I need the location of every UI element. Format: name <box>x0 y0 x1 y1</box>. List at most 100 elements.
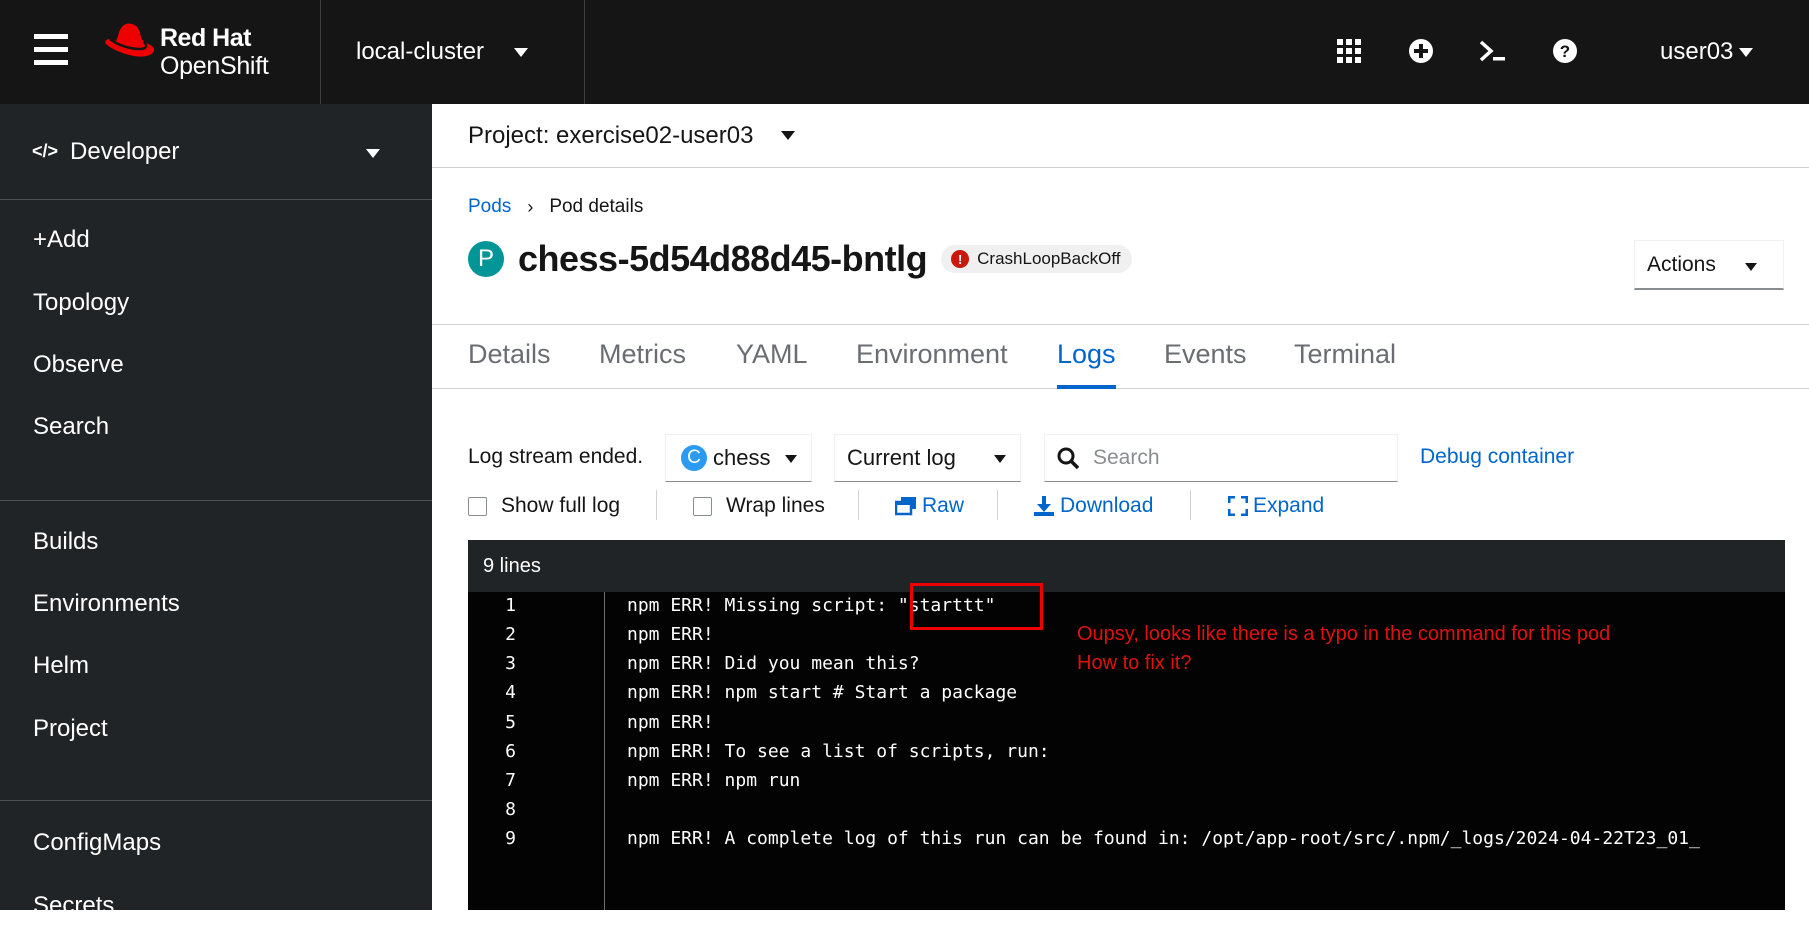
pod-resource-badge: P <box>468 241 504 277</box>
project-selector[interactable]: Project: exercise02-user03 <box>432 104 1809 168</box>
tab-metrics[interactable]: Metrics <box>599 339 686 389</box>
toolbar-divider <box>997 490 998 520</box>
container-badge: C <box>681 445 707 471</box>
caret-down-icon <box>781 131 796 140</box>
perspective-switcher[interactable]: </> Developer <box>0 104 432 200</box>
caret-down-icon <box>785 455 797 463</box>
wrap-lines-label: Wrap lines <box>726 494 825 517</box>
line-number: 3 <box>505 653 516 674</box>
log-line-count: 9 lines <box>468 540 1785 592</box>
project-label: Project: exercise02-user03 <box>468 121 754 149</box>
log-line: 4 npm ERR! npm start # Start a package <box>468 682 1785 711</box>
line-text: npm ERR! npm run <box>627 770 801 791</box>
sidebar-item-builds[interactable]: Builds <box>0 512 432 572</box>
log-search <box>1044 434 1398 482</box>
cluster-selector[interactable]: local-cluster <box>356 38 529 66</box>
debug-container-link[interactable]: Debug container <box>1420 445 1574 469</box>
sidebar-item-helm[interactable]: Helm <box>0 636 432 696</box>
hamburger-menu-icon[interactable] <box>34 34 68 66</box>
page-title: P chess-5d54d88d45-bntlg ! CrashLoopBack… <box>468 238 1133 280</box>
line-number: 2 <box>505 624 516 645</box>
breadcrumb-current: Pod details <box>549 196 644 217</box>
caret-down-icon <box>1739 47 1754 57</box>
checkbox-box[interactable] <box>693 496 712 516</box>
sidebar-item-topology[interactable]: Topology <box>0 273 432 333</box>
show-full-log-checkbox[interactable]: Show full log <box>468 494 620 518</box>
sidebar: </> Developer +Add Topology Observe Sear… <box>0 104 432 919</box>
breadcrumb-pods-link[interactable]: Pods <box>468 196 511 218</box>
apps-grid-icon[interactable] <box>1334 36 1364 66</box>
container-select[interactable]: C chess <box>665 434 812 482</box>
toolbar-divider <box>656 490 657 520</box>
line-number: 5 <box>505 712 516 733</box>
line-text: npm ERR! To see a list of scripts, run: <box>627 741 1050 762</box>
user-name: user03 <box>1660 38 1734 65</box>
terminal-icon[interactable] <box>1478 36 1508 66</box>
pod-name: chess-5d54d88d45-bntlg <box>518 238 928 279</box>
help-icon[interactable]: ? <box>1550 36 1580 66</box>
search-input[interactable] <box>1093 446 1373 470</box>
masthead-divider <box>320 0 321 104</box>
log-line: 7 npm ERR! npm run <box>468 770 1785 799</box>
chevron-down-icon <box>514 47 529 57</box>
sidebar-item-secrets[interactable]: Secrets <box>0 876 432 936</box>
sidebar-item-environments[interactable]: Environments <box>0 574 432 634</box>
actions-dropdown[interactable]: Actions <box>1634 240 1784 290</box>
redhat-hat-icon <box>105 23 154 57</box>
tab-details[interactable]: Details <box>468 339 551 389</box>
user-menu[interactable]: user03 <box>1660 38 1754 66</box>
tab-environment[interactable]: Environment <box>856 339 1008 389</box>
tab-logs[interactable]: Logs <box>1057 339 1116 389</box>
redhat-openshift-logo[interactable]: Red Hat OpenShift <box>104 18 294 88</box>
tab-terminal[interactable]: Terminal <box>1294 339 1396 389</box>
code-icon: </> <box>32 141 59 161</box>
line-text: npm ERR! npm start # Start a package <box>627 682 1018 703</box>
line-number: 4 <box>505 682 516 703</box>
wrap-lines-checkbox[interactable]: Wrap lines <box>693 494 825 518</box>
log-window[interactable]: 9 lines 1 npm ERR! Missing script: "start… <box>468 540 1785 910</box>
log-type-select[interactable]: Current log <box>834 434 1021 482</box>
status-text: CrashLoopBackOff <box>977 249 1121 268</box>
perspective-label: Developer <box>70 137 180 165</box>
logo-text-redhat: Red Hat <box>160 24 251 52</box>
chevron-right-icon: › <box>527 196 534 217</box>
sidebar-divider <box>0 800 432 801</box>
breadcrumb: Pods › Pod details <box>468 196 643 218</box>
line-text: npm ERR! A complete log of this run can … <box>627 828 1700 849</box>
toolbar-divider <box>1190 490 1191 520</box>
line-text: npm ERR! <box>627 624 714 645</box>
annotation-note: Oupsy, looks like there is a typo in the… <box>1077 620 1610 678</box>
annotation-line: How to fix it? <box>1077 652 1192 674</box>
plus-circle-icon[interactable] <box>1406 36 1436 66</box>
expand-link[interactable]: Expand <box>1228 494 1324 518</box>
sidebar-item-add[interactable]: +Add <box>0 210 432 270</box>
cluster-name: local-cluster <box>356 38 485 65</box>
caret-down-icon <box>994 455 1006 463</box>
line-number: 9 <box>505 828 516 849</box>
actions-label: Actions <box>1647 252 1716 276</box>
sidebar-item-configmaps[interactable]: ConfigMaps <box>0 813 432 873</box>
log-line: 5 npm ERR! <box>468 712 1785 741</box>
tab-bar: Details Metrics YAML Environment Logs Ev… <box>432 324 1809 389</box>
raw-label: Raw <box>922 494 965 517</box>
typo-highlight-box <box>910 583 1043 630</box>
raw-link[interactable]: Raw <box>895 494 964 518</box>
log-stream-status: Log stream ended. <box>468 445 644 468</box>
search-icon <box>1057 447 1079 469</box>
annotation-line: Oupsy, looks like there is a typo in the… <box>1077 623 1611 645</box>
line-number: 1 <box>505 595 516 616</box>
tab-yaml[interactable]: YAML <box>736 339 808 389</box>
sidebar-item-project[interactable]: Project <box>0 699 432 759</box>
caret-down-icon <box>366 149 380 158</box>
line-text: npm ERR! Did you mean this? <box>627 653 920 674</box>
external-window-icon <box>895 497 916 516</box>
svg-text:?: ? <box>1560 42 1570 61</box>
log-line: 8 <box>468 799 1785 828</box>
line-number: 8 <box>505 799 516 820</box>
expand-label: Expand <box>1253 494 1325 517</box>
checkbox-box[interactable] <box>468 496 487 516</box>
tab-events[interactable]: Events <box>1164 339 1247 389</box>
download-link[interactable]: Download <box>1033 494 1153 518</box>
sidebar-item-observe[interactable]: Observe <box>0 335 432 395</box>
sidebar-item-search[interactable]: Search <box>0 397 432 457</box>
